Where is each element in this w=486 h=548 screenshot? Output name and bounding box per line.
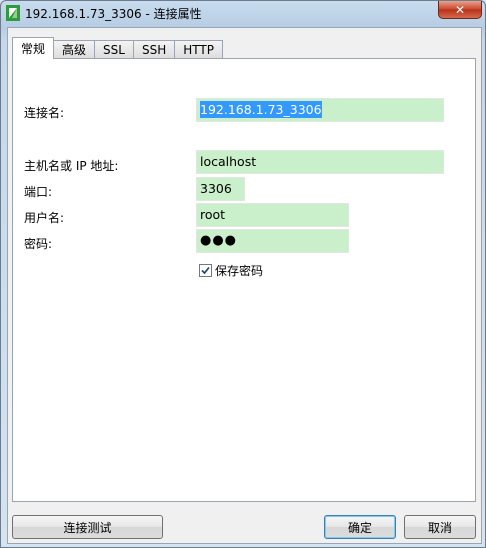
title-bar[interactable]: 192.168.1.73_3306 - 连接属性 ✕ bbox=[1, 1, 485, 27]
dialog-window: 192.168.1.73_3306 - 连接属性 ✕ 常规 高级 SSL SSH… bbox=[0, 0, 486, 548]
ok-button[interactable]: 确定 bbox=[324, 515, 396, 539]
username-input[interactable]: root bbox=[196, 203, 349, 227]
save-password-row[interactable]: 保存密码 bbox=[199, 262, 263, 279]
port-input[interactable]: 3306 bbox=[196, 177, 245, 201]
connection-name-value: 192.168.1.73_3306 bbox=[200, 101, 322, 118]
navicat-logo-icon bbox=[5, 4, 21, 22]
tab-general[interactable]: 常规 bbox=[12, 37, 55, 59]
password-input[interactable]: ●●● bbox=[196, 229, 349, 253]
tab-http[interactable]: HTTP bbox=[174, 40, 223, 59]
port-label: 端口: bbox=[24, 185, 53, 199]
host-label: 主机名或 IP 地址: bbox=[24, 159, 119, 173]
tab-ssl[interactable]: SSL bbox=[94, 40, 134, 59]
close-icon: ✕ bbox=[454, 2, 466, 17]
connection-name-input[interactable]: 192.168.1.73_3306 bbox=[196, 98, 444, 122]
test-connection-button[interactable]: 连接测试 bbox=[12, 515, 163, 539]
tab-advanced[interactable]: 高级 bbox=[53, 40, 96, 59]
save-password-label: 保存密码 bbox=[215, 264, 264, 278]
save-password-checkbox[interactable] bbox=[199, 264, 212, 277]
tab-ssh[interactable]: SSH bbox=[132, 40, 176, 59]
general-panel: 连接名: 192.168.1.73_3306 主机名或 IP 地址: local… bbox=[12, 58, 476, 502]
username-label: 用户名: bbox=[24, 211, 65, 225]
host-input[interactable]: localhost bbox=[196, 150, 444, 174]
dialog-client: 常规 高级 SSL SSH HTTP 连接名: 192.168.1.73_330… bbox=[7, 27, 482, 544]
cancel-button[interactable]: 取消 bbox=[404, 515, 476, 539]
close-button[interactable]: ✕ bbox=[438, 1, 482, 19]
tab-bar: 常规 高级 SSL SSH HTTP bbox=[12, 37, 223, 59]
window-title: 192.168.1.73_3306 - 连接属性 bbox=[25, 7, 202, 21]
checkmark-icon bbox=[201, 266, 210, 275]
connection-name-label: 连接名: bbox=[24, 106, 65, 120]
password-label: 密码: bbox=[24, 237, 53, 251]
